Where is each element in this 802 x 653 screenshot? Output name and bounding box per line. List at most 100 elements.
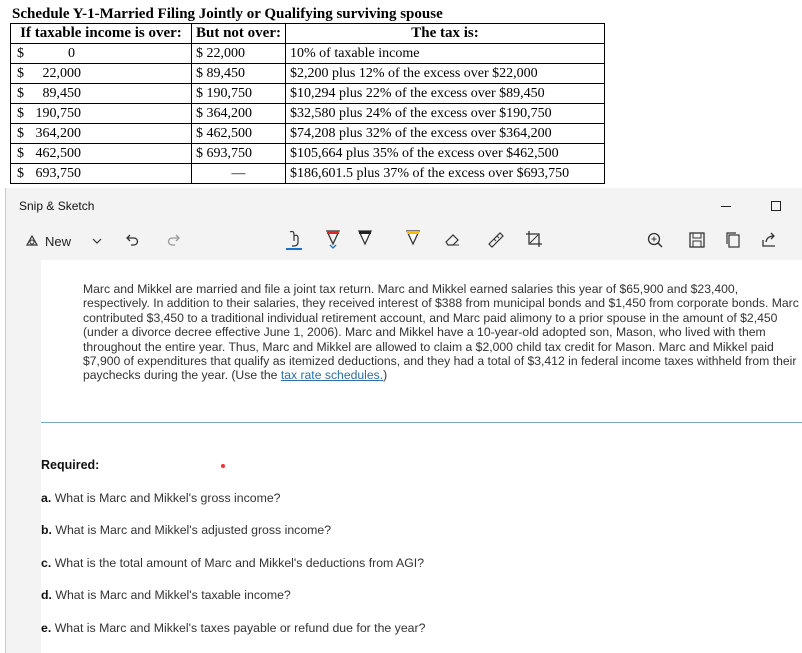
cell-tax: $10,294 plus 22% of the excess over $89,…	[285, 83, 605, 104]
redo-icon	[167, 234, 180, 246]
table-row: $0 $ 22,000 10% of taxable income	[10, 43, 605, 64]
ballpoint-pen-button[interactable]	[324, 228, 342, 250]
crop-button[interactable]	[524, 228, 544, 250]
problem-end: )	[383, 368, 388, 383]
copy-button[interactable]	[724, 229, 742, 251]
cell-over: $462,500	[10, 143, 192, 164]
cell-not-over: $ 89,450	[191, 63, 286, 84]
cell-not-over: $ 22,000	[191, 43, 286, 64]
over-value: 89,450	[42, 86, 82, 101]
maximize-button[interactable]	[761, 194, 791, 218]
ruler-button[interactable]	[486, 228, 506, 250]
tax-rate-schedules-link[interactable]: tax rate schedules.	[281, 368, 383, 382]
highlighter-button[interactable]	[404, 228, 422, 250]
snip-icon	[25, 234, 39, 246]
question-letter: b.	[41, 523, 52, 537]
question-b: b. What is Marc and Mikkel's adjusted gr…	[41, 523, 331, 537]
touch-writing-icon	[286, 230, 302, 250]
table-row: $364,200 $ 462,500 $74,208 plus 32% of the…	[10, 123, 605, 144]
redo-button[interactable]	[166, 230, 182, 252]
cell-tax: $186,601.5 plus 37% of the excess over $…	[285, 163, 605, 184]
title-bar: Snip & Sketch	[6, 188, 802, 222]
cell-over: $364,200	[10, 123, 192, 144]
required-heading: Required:	[41, 458, 100, 472]
problem-text: Marc and Mikkel are married and file a j…	[83, 282, 802, 383]
pencil-icon	[357, 230, 373, 246]
table-row: $190,750 $ 364,200 $32,580 plus 24% of the…	[10, 103, 605, 124]
copy-icon	[726, 232, 740, 248]
cell-tax: $32,580 plus 24% of the excess over $190…	[285, 103, 605, 124]
dollar-sign: $	[17, 166, 24, 181]
question-d: d. What is Marc and Mikkel's taxable inc…	[41, 588, 291, 602]
zoom-button[interactable]	[646, 229, 664, 251]
question-text: What is Marc and Mikkel's taxes payable …	[54, 621, 426, 635]
share-icon	[762, 232, 775, 247]
column-header: But not over:	[191, 23, 286, 44]
cell-tax: $2,200 plus 12% of the excess over $22,0…	[285, 63, 605, 84]
table-row: $89,450 $ 190,750 $10,294 plus 22% of the …	[10, 83, 605, 104]
question-text: What is Marc and Mikkel's taxable income…	[55, 588, 291, 602]
eraser-icon	[445, 234, 459, 246]
cell-not-over: $ 462,500	[191, 123, 286, 144]
app-title: Snip & Sketch	[19, 199, 95, 213]
cell-over: $190,750	[10, 103, 192, 124]
save-button[interactable]	[688, 229, 706, 251]
dollar-sign: $	[17, 146, 24, 161]
question-text: What is the total amount of Marc and Mik…	[54, 556, 425, 570]
dollar-sign: $	[17, 86, 24, 101]
eraser-button[interactable]	[442, 228, 462, 250]
table-row: $693,750— $186,601.5 plus 37% of the exce…	[10, 163, 605, 184]
new-snip-button[interactable]: New	[24, 230, 71, 252]
question-letter: e.	[41, 621, 52, 635]
cell-over: $693,750	[10, 163, 192, 184]
over-value: 364,200	[35, 126, 82, 141]
minimize-button[interactable]	[711, 194, 741, 218]
cell-over: $0	[10, 43, 192, 64]
cell-tax: $105,664 plus 35% of the excess over $46…	[285, 143, 605, 164]
highlighter-icon	[405, 230, 421, 246]
ruler-icon	[488, 232, 504, 248]
tax-rate-table: If taxable income is over: But not over:…	[10, 23, 605, 184]
dollar-sign: $	[17, 106, 24, 121]
table-row: $22,000 $ 89,450 $2,200 plus 12% of the ex…	[10, 63, 605, 84]
over-value: 0	[68, 46, 75, 61]
crop-icon	[526, 231, 542, 247]
over-value: 693,750	[35, 166, 82, 181]
table-row: $462,500 $ 693,750 $105,664 plus 35% of th…	[10, 143, 605, 164]
chevron-down-icon	[92, 238, 102, 244]
question-text: What is Marc and Mikkel's gross income?	[54, 491, 281, 505]
cell-over: $89,450	[10, 83, 192, 104]
column-header: If taxable income is over:	[10, 23, 192, 44]
share-button[interactable]	[760, 229, 778, 251]
save-icon	[689, 232, 705, 248]
touch-writing-button[interactable]	[284, 228, 304, 250]
question-e: e. What is Marc and Mikkel's taxes payab…	[41, 621, 425, 635]
minimize-icon	[721, 206, 731, 207]
question-letter: d.	[41, 588, 52, 602]
question-c: c. What is the total amount of Marc and …	[41, 556, 424, 570]
cell-over: $22,000	[10, 63, 192, 84]
column-header: The tax is:	[285, 23, 605, 44]
cell-not-over: $ 190,750	[191, 83, 286, 104]
table-header-row: If taxable income is over: But not over:…	[10, 23, 605, 44]
section-divider	[41, 422, 802, 423]
tax-schedule: Schedule Y-1-Married Filing Jointly or Q…	[0, 0, 802, 188]
dollar-sign: $	[17, 126, 24, 141]
cell-not-over: $ 364,200	[191, 103, 286, 124]
schedule-title: Schedule Y-1-Married Filing Jointly or Q…	[12, 6, 443, 22]
over-value: 462,500	[35, 146, 82, 161]
cell-not-over: —	[191, 163, 286, 184]
dollar-sign: $	[17, 66, 24, 81]
snip-sketch-window: Snip & Sketch New Marc and Mikkel are ma…	[5, 188, 802, 653]
new-dropdown[interactable]	[91, 230, 103, 252]
ballpoint-pen-icon	[325, 230, 341, 249]
over-value: 190,750	[35, 106, 82, 121]
maximize-icon	[771, 201, 781, 211]
pencil-button[interactable]	[356, 228, 374, 250]
snip-canvas: Marc and Mikkel are married and file a j…	[41, 260, 802, 653]
question-a: a. What is Marc and Mikkel's gross incom…	[41, 491, 281, 505]
cell-not-over: $ 693,750	[191, 143, 286, 164]
new-label: New	[45, 233, 72, 249]
undo-button[interactable]	[124, 230, 140, 252]
problem-body: Marc and Mikkel are married and file a j…	[83, 282, 799, 383]
